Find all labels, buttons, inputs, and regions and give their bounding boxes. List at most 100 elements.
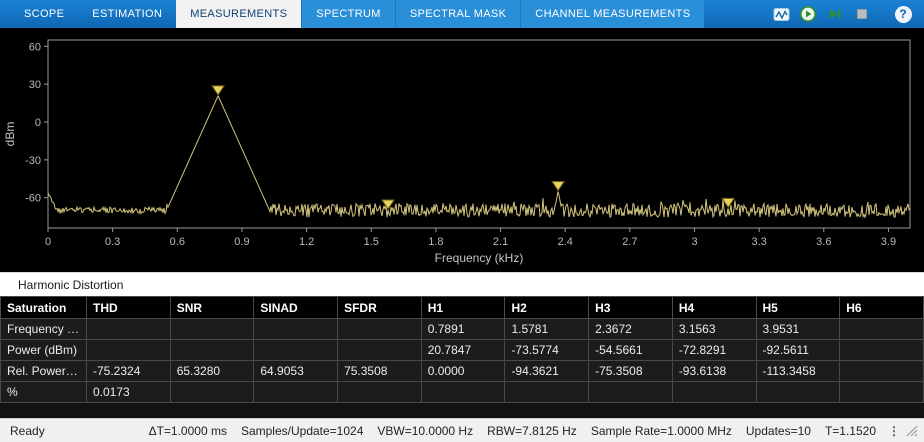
row-label: % <box>1 382 87 403</box>
status-ready: Ready <box>10 424 45 438</box>
harmonic-section-title: Harmonic Distortion <box>18 278 123 292</box>
harmonic-table-head-row: SaturationTHDSNRSINADSFDRH1H2H3H4H5H6 <box>1 297 924 319</box>
table-cell <box>421 382 505 403</box>
stop-button[interactable] <box>851 3 873 25</box>
column-header-h1: H1 <box>421 297 505 319</box>
table-cell: -94.3621 <box>505 361 589 382</box>
spectrum-display: 60300-30-6000.30.60.91.21.51.82.12.42.73… <box>0 28 924 272</box>
y-tick-label: -30 <box>25 155 41 167</box>
table-cell: 20.7847 <box>421 340 505 361</box>
run-button[interactable] <box>797 3 819 25</box>
table-cell <box>170 319 254 340</box>
column-header-h3: H3 <box>589 297 673 319</box>
status-item: ΔT=1.0000 ms <box>149 424 227 438</box>
step-forward-button[interactable] <box>824 3 846 25</box>
column-header-sfdr: SFDR <box>338 297 422 319</box>
spectrum-analyzer-window: SCOPEESTIMATIONMEASUREMENTSSPECTRUMSPECT… <box>0 0 924 442</box>
table-cell: 0.7891 <box>421 319 505 340</box>
stop-icon <box>853 5 871 23</box>
table-cell: 3.9531 <box>756 319 840 340</box>
x-tick-label: 1.2 <box>299 236 314 248</box>
status-bar: Ready ΔT=1.0000 msSamples/Update=1024VBW… <box>0 418 924 442</box>
table-cell <box>338 382 422 403</box>
status-item: T=1.1520 <box>825 424 876 438</box>
table-cell: -92.5611 <box>756 340 840 361</box>
status-item: Sample Rate=1.0000 MHz <box>591 424 732 438</box>
table-cell: -73.5774 <box>505 340 589 361</box>
table-cell <box>589 382 673 403</box>
tab-spectral-mask[interactable]: SPECTRAL MASK <box>395 0 520 28</box>
toolbar-buttons: ? <box>770 0 924 28</box>
table-cell: -75.3508 <box>589 361 673 382</box>
row-label: Rel. Power (dB... <box>1 361 87 382</box>
table-cell <box>170 382 254 403</box>
x-tick-label: 3.6 <box>816 236 831 248</box>
column-header-h2: H2 <box>505 297 589 319</box>
help-button[interactable]: ? <box>892 3 914 25</box>
table-cell: -54.5661 <box>589 340 673 361</box>
table-cell: 75.3508 <box>338 361 422 382</box>
table-cell: 1.5781 <box>505 319 589 340</box>
y-tick-label: 60 <box>29 41 41 53</box>
table-cell <box>840 361 924 382</box>
x-tick-label: 2.7 <box>622 236 637 248</box>
table-cell: 64.9053 <box>254 361 338 382</box>
x-tick-label: 3.9 <box>881 236 896 248</box>
table-cell <box>87 319 171 340</box>
table-cell: 0.0000 <box>421 361 505 382</box>
table-cell: 2.3672 <box>589 319 673 340</box>
column-header-h4: H4 <box>672 297 756 319</box>
table-row: Frequency (k...0.78911.57812.36723.15633… <box>1 319 924 340</box>
scope-tool-icon <box>773 6 790 23</box>
table-cell: -93.6138 <box>672 361 756 382</box>
step-forward-icon <box>826 5 844 23</box>
row-label: Power (dBm) <box>1 340 87 361</box>
harmonic-table-body: Frequency (k...0.78911.57812.36723.15633… <box>1 319 924 403</box>
tab-spectrum[interactable]: SPECTRUM <box>301 0 395 28</box>
harmonic-section-header: Harmonic Distortion <box>0 272 924 296</box>
x-tick-label: 1.5 <box>364 236 379 248</box>
y-tick-label: 0 <box>35 117 41 129</box>
row-label: Frequency (k... <box>1 319 87 340</box>
scope-tool-button[interactable] <box>770 3 792 25</box>
column-header-snr: SNR <box>170 297 254 319</box>
table-row: %0.0173 <box>1 382 924 403</box>
plot-axes-box <box>48 40 910 228</box>
status-item: Updates=10 <box>746 424 811 438</box>
x-tick-label: 2.1 <box>493 236 508 248</box>
status-overflow-icon[interactable]: ⋮ <box>888 424 900 438</box>
resize-grip-icon[interactable] <box>906 425 918 437</box>
status-item: RBW=7.8125 Hz <box>487 424 577 438</box>
tab-measurements[interactable]: MEASUREMENTS <box>176 0 301 28</box>
x-tick-label: 3.3 <box>752 236 767 248</box>
column-header-h6: H6 <box>840 297 924 319</box>
table-cell <box>254 382 338 403</box>
tab-scope[interactable]: SCOPE <box>10 0 78 28</box>
status-items: ΔT=1.0000 msSamples/Update=1024VBW=10.00… <box>149 424 876 438</box>
status-item: Samples/Update=1024 <box>241 424 363 438</box>
x-tick-label: 0 <box>45 236 51 248</box>
column-header-saturation: Saturation <box>1 297 87 319</box>
column-header-sinad: SINAD <box>254 297 338 319</box>
column-header-thd: THD <box>87 297 171 319</box>
x-tick-label: 0.3 <box>105 236 120 248</box>
help-icon: ? <box>895 6 912 23</box>
table-cell: 0.0173 <box>87 382 171 403</box>
table-row: Rel. Power (dB...-75.232465.328064.90537… <box>1 361 924 382</box>
tab-estimation[interactable]: ESTIMATION <box>78 0 176 28</box>
x-tick-label: 2.4 <box>558 236 573 248</box>
x-tick-label: 0.6 <box>170 236 185 248</box>
table-cell <box>254 340 338 361</box>
tab-channel-measurements[interactable]: CHANNEL MEASUREMENTS <box>520 0 704 28</box>
table-row: Power (dBm) 20.7847-73.5774-54.5661-72.82… <box>1 340 924 361</box>
table-cell <box>505 382 589 403</box>
x-tick-label: 3 <box>691 236 697 248</box>
table-cell <box>840 319 924 340</box>
table-cell: 65.3280 <box>170 361 254 382</box>
play-icon <box>799 5 817 23</box>
table-cell: -72.8291 <box>672 340 756 361</box>
y-axis-label: dBm <box>3 122 17 147</box>
table-cell <box>840 340 924 361</box>
table-cell <box>87 340 171 361</box>
x-tick-label: 0.9 <box>234 236 249 248</box>
